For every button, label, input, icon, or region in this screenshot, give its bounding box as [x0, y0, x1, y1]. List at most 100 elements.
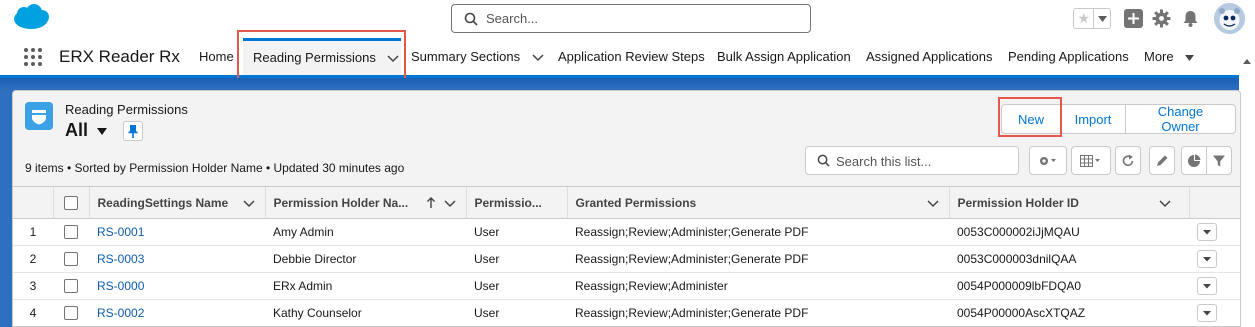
list-settings-button[interactable] [1029, 146, 1067, 175]
chevron-down-icon [1203, 311, 1211, 316]
app-navigation-bar: ERX Reader Rx Home Reading Permissions S… [0, 38, 1255, 78]
row-actions-dropdown-button[interactable] [1197, 304, 1217, 322]
search-icon [464, 12, 478, 26]
app-launcher-icon[interactable] [24, 48, 42, 66]
name-cell: RS-0002 [89, 299, 265, 326]
granted-permissions-cell: Reassign;Review;Administer;Generate PDF [567, 299, 949, 326]
column-header-label: Permissio... [474, 195, 542, 210]
nav-tab-reading-permissions[interactable]: Reading Permissions [243, 38, 401, 75]
row-actions-cell [1189, 272, 1240, 300]
import-button[interactable]: Import [1060, 104, 1126, 134]
record-link[interactable]: RS-0003 [97, 252, 144, 266]
global-search[interactable] [451, 4, 811, 33]
row-checkbox[interactable] [64, 279, 78, 294]
display-as-button[interactable] [1071, 146, 1111, 175]
row-checkbox[interactable] [64, 225, 78, 240]
reading-permissions-object-icon [25, 102, 53, 130]
permission-type-cell: User [466, 245, 567, 273]
row-select-cell [53, 218, 89, 246]
favorite-star-icon[interactable]: ★ [1074, 9, 1095, 28]
row-number: 3 [13, 272, 53, 300]
row-actions-cell [1189, 218, 1240, 246]
table-row: 1 RS-0001 Amy Admin User Reassign;Review… [13, 218, 1240, 246]
nav-tab-label: Application Review Steps [558, 49, 705, 64]
notifications-bell-icon[interactable] [1181, 9, 1200, 28]
object-label: Reading Permissions [65, 102, 188, 117]
user-avatar[interactable] [1214, 3, 1245, 34]
row-select-cell [53, 245, 89, 273]
chevron-down-icon[interactable] [443, 197, 456, 209]
column-header-readingsettings-name[interactable]: ReadingSettings Name [88, 186, 265, 219]
list-view-picker-chevron-icon[interactable] [95, 124, 109, 138]
change-owner-button[interactable]: Change Owner [1125, 104, 1236, 134]
record-link[interactable]: RS-0000 [97, 279, 144, 293]
row-actions-dropdown-button[interactable] [1197, 223, 1217, 241]
filter-icon [1213, 155, 1225, 166]
row-actions-dropdown-button[interactable] [1197, 250, 1217, 268]
row-actions-dropdown-button[interactable] [1197, 277, 1217, 295]
refresh-button[interactable] [1115, 146, 1141, 175]
sort-ascending-arrow-icon [426, 197, 435, 208]
nav-tab-label: More [1144, 49, 1174, 64]
granted-permissions-cell: Reassign;Review;Administer;Generate PDF [567, 245, 949, 273]
holder-cell: ERx Admin [265, 272, 466, 300]
column-header-label: ReadingSettings Name [97, 195, 229, 210]
list-search-input[interactable] [836, 152, 1011, 170]
row-checkbox[interactable] [64, 252, 78, 267]
chevron-down-icon[interactable] [1158, 197, 1171, 209]
holder-id-cell: 0053C000003dnilQAA [949, 245, 1189, 273]
nav-tab-pending-applications[interactable]: Pending Applications [1008, 38, 1129, 75]
nav-more-menu[interactable]: More [1144, 38, 1195, 75]
chevron-down-icon[interactable] [532, 54, 544, 62]
salesforce-cloud-logo[interactable] [12, 4, 50, 32]
column-header-permission-type[interactable]: Permissio... [465, 186, 567, 219]
column-header-label: Permission Holder ID [957, 195, 1079, 210]
favorites-dropdown-button[interactable] [1094, 9, 1110, 28]
nav-tab-application-review-steps[interactable]: Application Review Steps [558, 38, 705, 75]
column-header-granted-permissions[interactable]: Granted Permissions [566, 186, 949, 219]
nav-tab-home[interactable]: Home [199, 38, 234, 75]
list-search[interactable] [805, 146, 1019, 175]
column-header-label: Permission Holder Na... [273, 195, 409, 210]
column-header-label: Granted Permissions [575, 195, 697, 210]
setup-gear-icon[interactable] [1152, 9, 1171, 28]
chevron-down-icon [1203, 284, 1211, 289]
global-header: ★ [0, 0, 1255, 38]
nav-tab-label: Summary Sections [411, 49, 521, 64]
row-number: 1 [13, 218, 53, 246]
pencil-icon [1157, 155, 1168, 166]
pin-list-view-button[interactable] [123, 121, 143, 141]
table-row: 4 RS-0002 Kathy Counselor User Reassign;… [13, 299, 1240, 326]
select-all-header [52, 186, 89, 219]
record-link[interactable]: RS-0002 [97, 306, 144, 320]
refresh-icon [1122, 154, 1134, 166]
record-link[interactable]: RS-0001 [97, 225, 144, 239]
column-header-permission-holder-name[interactable]: Permission Holder Na... [264, 186, 466, 219]
new-button[interactable]: New [1001, 104, 1061, 134]
nav-tab-summary-sections[interactable]: Summary Sections [411, 38, 544, 75]
chevron-down-icon[interactable] [926, 197, 939, 209]
charts-button[interactable] [1181, 146, 1207, 175]
holder-cell: Debbie Director [265, 245, 466, 273]
column-header-permission-holder-id[interactable]: Permission Holder ID [948, 186, 1189, 219]
table-header-row: ReadingSettings Name Permission Holder N… [13, 186, 1240, 219]
nav-tab-assigned-applications[interactable]: Assigned Applications [866, 38, 992, 75]
nav-tab-label: Assigned Applications [866, 49, 993, 64]
chevron-down-icon[interactable] [242, 197, 255, 209]
global-actions-plus-icon[interactable] [1124, 9, 1143, 28]
search-icon [817, 154, 830, 167]
row-checkbox[interactable] [64, 306, 78, 321]
chevron-down-icon[interactable] [387, 55, 399, 63]
nav-tab-bulk-assign-application[interactable]: Bulk Assign Application [717, 38, 851, 75]
select-all-checkbox[interactable] [64, 195, 78, 210]
name-cell: RS-0000 [89, 272, 265, 300]
list-view-name[interactable]: All [65, 120, 88, 141]
inline-edit-button[interactable] [1149, 146, 1175, 175]
scroll-up-arrow-icon[interactable] [1239, 54, 1255, 70]
page-scrollbar[interactable] [1239, 46, 1255, 327]
filter-button[interactable] [1206, 146, 1232, 175]
global-search-input[interactable] [486, 9, 786, 28]
permission-type-cell: User [466, 299, 567, 326]
holder-cell: Amy Admin [265, 218, 466, 246]
nav-tab-label: Reading Permissions [253, 50, 376, 65]
